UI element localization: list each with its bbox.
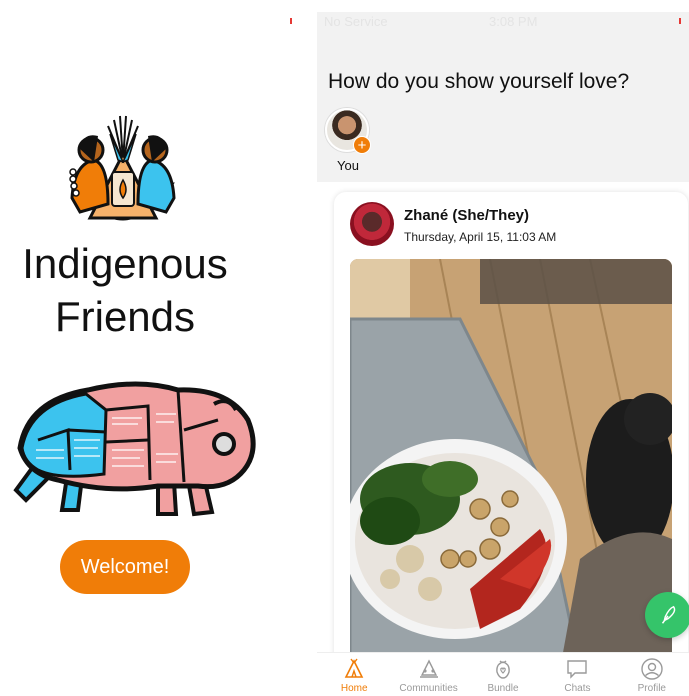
tab-label: Home (340, 683, 368, 694)
compose-post-button[interactable] (645, 592, 689, 638)
app-title-line2: Friends (54, 293, 196, 340)
tab-chats[interactable]: Chats (540, 653, 614, 696)
app-logo-icon (69, 115, 176, 221)
communities-icon (419, 659, 438, 678)
story-your-story[interactable]: + You (325, 108, 371, 173)
tab-label: Bundle (487, 683, 519, 694)
post-photo[interactable] (350, 259, 672, 669)
status-marker (679, 18, 681, 24)
tab-label: Chats (564, 683, 591, 694)
status-marker (290, 18, 292, 24)
feed-header: No Service 3:08 PM How do you show yours… (317, 12, 689, 182)
bison-illustration-icon (13, 381, 256, 517)
tab-bundle[interactable]: Bundle (466, 653, 540, 696)
post-author[interactable]: Zhané (She/They) (404, 207, 529, 224)
daily-question: How do you show yourself love? (328, 70, 630, 93)
home-feed-screen: No Service 3:08 PM How do you show yours… (317, 12, 689, 696)
post-timestamp: Thursday, April 15, 11:03 AM (404, 230, 557, 244)
avatar[interactable]: + (325, 108, 371, 154)
post-card[interactable]: Zhané (She/They) Thursday, April 15, 11:… (334, 192, 688, 692)
profile-icon (641, 658, 663, 680)
bottom-tab-bar: Home Communities Bundle Chats Profile (317, 652, 689, 696)
food-photo-icon (350, 259, 672, 669)
add-story-icon[interactable]: + (353, 136, 371, 154)
tab-label: Communities (399, 683, 458, 694)
tab-communities[interactable]: Communities (391, 653, 465, 696)
author-avatar[interactable] (350, 202, 394, 246)
welcome-screen: Indigenous Friends Welcome! (0, 0, 300, 696)
carrier-label: No Service (324, 14, 388, 29)
teepee-icon (344, 658, 364, 678)
tab-label: Profile (637, 683, 666, 694)
tab-profile[interactable]: Profile (615, 653, 689, 696)
welcome-button[interactable]: Welcome! (60, 540, 190, 594)
tab-home[interactable]: Home (317, 653, 391, 696)
status-time: 3:08 PM (489, 14, 538, 29)
feather-pen-icon (661, 605, 676, 624)
app-screens: Indigenous Friends Welcome! No Service 3… (0, 0, 689, 696)
bundle-icon (496, 660, 510, 679)
app-title-line1: Indigenous (22, 240, 228, 287)
status-bar: No Service 3:08 PM (317, 12, 689, 30)
story-label: You (337, 158, 359, 173)
chat-bubble-icon (567, 660, 588, 679)
